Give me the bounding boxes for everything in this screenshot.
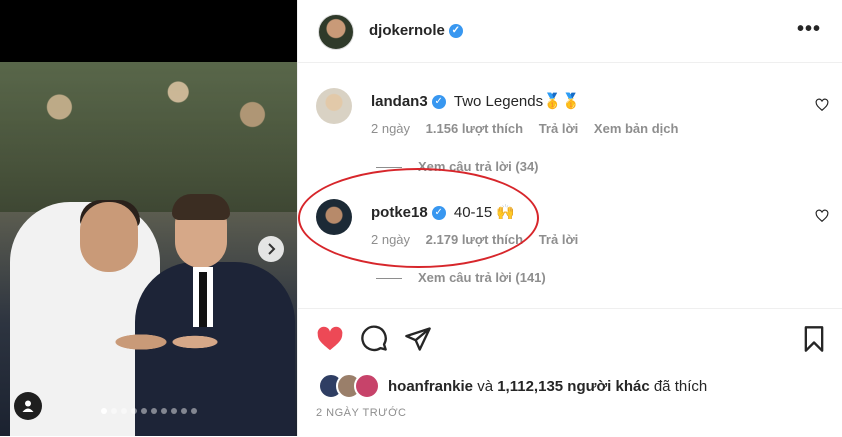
carousel-dots — [101, 408, 197, 414]
likes-text: hoanfrankie và 1,112,135 người khác đã t… — [388, 378, 707, 395]
tagged-users-button[interactable] — [14, 392, 42, 420]
carousel-next-button[interactable] — [258, 236, 284, 262]
heart-outline-icon[interactable] — [815, 98, 829, 112]
post-media — [0, 0, 297, 436]
avatar[interactable] — [318, 14, 354, 50]
photo-head — [80, 202, 138, 272]
verified-icon: ✓ — [448, 24, 463, 39]
reply-button[interactable]: Trả lời — [539, 232, 579, 247]
translate-button[interactable]: Xem bản dịch — [594, 121, 679, 136]
comment-username[interactable]: potke18 — [371, 204, 428, 221]
heart-outline-icon[interactable] — [815, 209, 829, 223]
view-replies-button[interactable]: Xem câu trả lời (141) — [376, 270, 546, 285]
carousel-dot — [141, 408, 147, 414]
comment-meta: 2 ngày 2.179 lượt thích Trả lời — [371, 232, 590, 247]
post-header: djokernole ✓ ••• — [298, 0, 842, 63]
comment-body: potke18 ✓ 40-15 🙌 — [371, 203, 515, 221]
carousel-dot — [151, 408, 157, 414]
post-author-name[interactable]: djokernole — [369, 22, 445, 39]
likes-summary: hoanfrankie và 1,112,135 người khác đã t… — [318, 373, 707, 399]
user-icon — [22, 400, 34, 412]
avatar[interactable] — [316, 88, 352, 124]
comment-username[interactable]: landan3 — [371, 93, 428, 110]
carousel-dot — [171, 408, 177, 414]
comment-body: landan3 ✓ Two Legends🥇🥇 — [371, 92, 580, 110]
carousel-dot — [191, 408, 197, 414]
verified-icon: ✓ — [431, 206, 446, 221]
carousel-dot — [161, 408, 167, 414]
likes-suffix: đã thích — [653, 377, 708, 395]
avatar[interactable] — [316, 199, 352, 235]
post-author[interactable]: djokernole ✓ — [369, 22, 463, 39]
likes-connector: và — [477, 377, 494, 395]
post-actions: hoanfrankie và 1,112,135 người khác đã t… — [298, 308, 842, 437]
bookmark-icon[interactable] — [800, 325, 828, 353]
photo-hair — [172, 194, 230, 220]
photo-hands — [105, 317, 225, 367]
carousel-dot — [121, 408, 127, 414]
comment-meta: 2 ngày 1.156 lượt thích Trả lời Xem bản … — [371, 121, 690, 136]
avatar — [354, 373, 380, 399]
view-replies-button[interactable]: Xem câu trả lời (34) — [376, 159, 539, 174]
share-icon[interactable] — [404, 325, 432, 353]
liker-username[interactable]: hoanfrankie — [388, 378, 473, 395]
carousel-dot — [181, 408, 187, 414]
comment-likes[interactable]: 2.179 lượt thích — [426, 232, 523, 247]
comment-likes[interactable]: 1.156 lượt thích — [426, 121, 523, 136]
verified-icon: ✓ — [431, 95, 446, 110]
liker-avatars[interactable] — [318, 373, 380, 399]
heart-filled-icon[interactable] — [316, 325, 344, 353]
chevron-right-icon — [268, 243, 276, 255]
comment-time[interactable]: 2 ngày — [371, 232, 410, 247]
comment-text: 40-15 🙌 — [453, 204, 516, 221]
comment-text: Two Legends🥇🥇 — [453, 93, 581, 110]
post-date[interactable]: 2 NGÀY TRƯỚC — [316, 407, 406, 419]
reply-button[interactable]: Trả lời — [539, 121, 579, 136]
carousel-dot — [101, 408, 107, 414]
post-details: djokernole ✓ ••• landan3 ✓ Two Legends🥇🥇 2… — [297, 0, 842, 436]
carousel-dot — [111, 408, 117, 414]
comment-icon[interactable] — [360, 325, 388, 353]
other-likers-link[interactable]: 1,112,135 người khác — [497, 378, 649, 395]
carousel-dot — [131, 408, 137, 414]
post-photo[interactable] — [0, 62, 297, 436]
more-options-button[interactable]: ••• — [797, 18, 821, 41]
comment-time[interactable]: 2 ngày — [371, 121, 410, 136]
photo-crowd — [0, 62, 297, 212]
